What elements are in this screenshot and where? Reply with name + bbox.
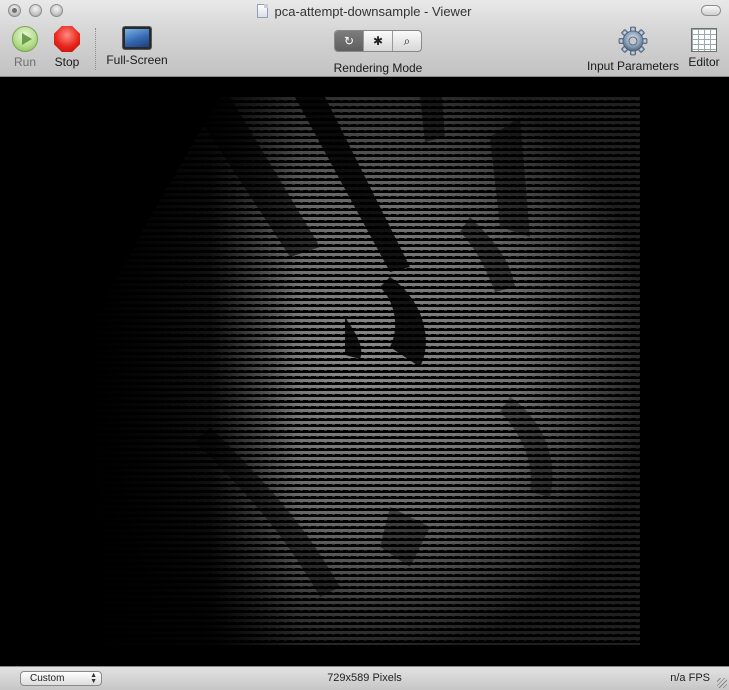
window-title: pca-attempt-downsample - Viewer (274, 4, 472, 19)
play-icon (12, 26, 38, 52)
render-dimensions: 729x589 Pixels (327, 672, 402, 684)
window-title-area: pca-attempt-downsample - Viewer (0, 3, 729, 21)
render-viewport[interactable] (0, 77, 729, 666)
toolbar-toggle-button[interactable] (701, 5, 721, 16)
editor-label: Editor (688, 55, 720, 69)
status-bar: Custom ▲ ▼ 729x589 Pixels n/a FPS (0, 666, 729, 690)
rendering-mode-control: ↻ ✱ ⌕ Rendering Mode (328, 26, 428, 75)
magnifier-icon: ⌕ (403, 33, 411, 48)
input-parameters-label: Input Parameters (586, 59, 680, 73)
fps-readout: n/a FPS (670, 672, 710, 684)
rendered-image-canvas (90, 97, 640, 647)
rendering-mode-label: Rendering Mode (333, 61, 423, 75)
resize-grip-icon[interactable] (717, 678, 727, 688)
input-parameters-button[interactable]: Input Parameters (586, 26, 680, 73)
run-button[interactable]: Run (8, 26, 42, 69)
editor-button[interactable]: Editor (683, 26, 725, 69)
viewer-window: pca-attempt-downsample - Viewer Run Stop… (0, 0, 729, 690)
rendering-mode-segmented-control: ↻ ✱ ⌕ (334, 30, 422, 52)
monitor-icon (122, 26, 152, 50)
rendering-mode-inspect-segment[interactable]: ⌕ (393, 31, 421, 51)
toolbar-separator (95, 28, 96, 70)
run-label: Run (13, 55, 36, 69)
rendered-image (90, 97, 640, 647)
reload-icon: ↻ (343, 34, 355, 48)
editor-grid-icon (691, 28, 717, 52)
rendering-mode-debug-segment[interactable]: ✱ (364, 31, 393, 51)
full-screen-label: Full-Screen (106, 53, 168, 67)
document-icon (257, 4, 269, 18)
window-toolbar: pca-attempt-downsample - Viewer Run Stop… (0, 0, 729, 77)
bug-icon: ✱ (372, 34, 384, 48)
gear-icon (618, 26, 648, 56)
full-screen-button[interactable]: Full-Screen (104, 26, 170, 67)
stop-icon (54, 26, 80, 52)
stop-button[interactable]: Stop (51, 26, 83, 69)
stop-label: Stop (54, 55, 80, 69)
rendering-mode-normal-segment[interactable]: ↻ (335, 31, 364, 51)
